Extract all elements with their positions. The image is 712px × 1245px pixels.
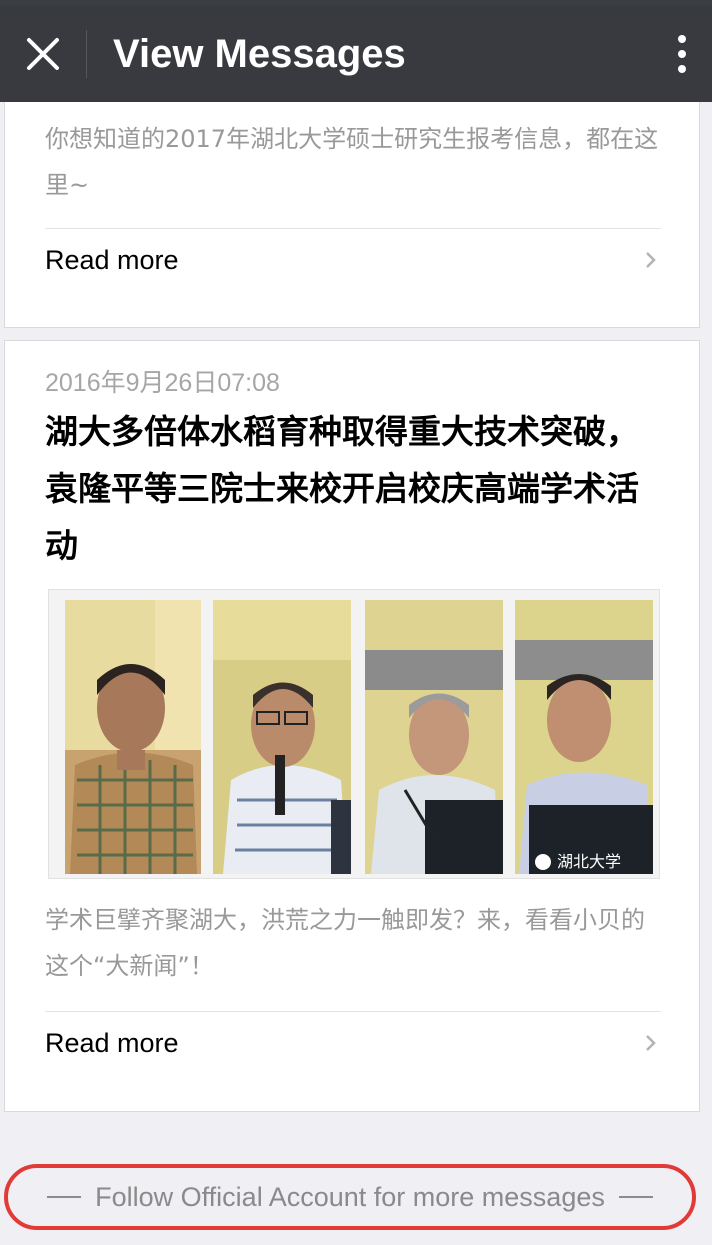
more-options-button[interactable] [652,6,712,102]
dash-left [47,1196,82,1198]
title-bar: View Messages [0,6,712,102]
article-title[interactable]: 湖大多倍体水稻育种取得重大技术突破，袁隆平等三院士来校开启校庆高端学术活动 [45,403,665,574]
follow-account-text: Follow Official Account for more message… [95,1181,605,1212]
chevron-right-icon [646,1035,656,1051]
article-card[interactable]: 2016年9月26日07:08 湖大多倍体水稻育种取得重大技术突破，袁隆平等三院… [4,340,700,1112]
article-digest: 学术巨擘齐聚湖大，洪荒之力一触即发？来，看看小贝的这个“大新闻”！ [45,906,645,980]
follow-account-banner[interactable]: Follow Official Account for more message… [4,1164,696,1230]
read-more-label: Read more [45,244,179,275]
read-more-label: Read more [45,1027,179,1058]
close-icon [27,38,59,70]
article-cover-image[interactable]: 湖北大学 [48,589,660,879]
portrait-photo [365,600,503,874]
more-vertical-icon [678,35,686,73]
close-button[interactable] [0,6,86,102]
dash-right [618,1196,653,1198]
article-card[interactable]: 你想知道的2017年湖北大学硕士研究生报考信息，都在这里~ Read more [4,102,700,328]
article-digest: 你想知道的2017年湖北大学硕士研究生报考信息，都在这里~ [45,125,659,199]
image-watermark: 湖北大学 [557,852,621,871]
read-more-link[interactable]: Read more [45,1011,661,1075]
read-more-link[interactable]: Read more [45,228,661,292]
portrait-photo [213,600,351,874]
portrait-photo: 湖北大学 [515,600,653,874]
title-divider [86,30,87,78]
chevron-right-icon [646,252,656,268]
page-title: View Messages [113,31,406,76]
portrait-photo [65,600,201,874]
article-date: 2016年9月26日07:08 [45,369,280,397]
